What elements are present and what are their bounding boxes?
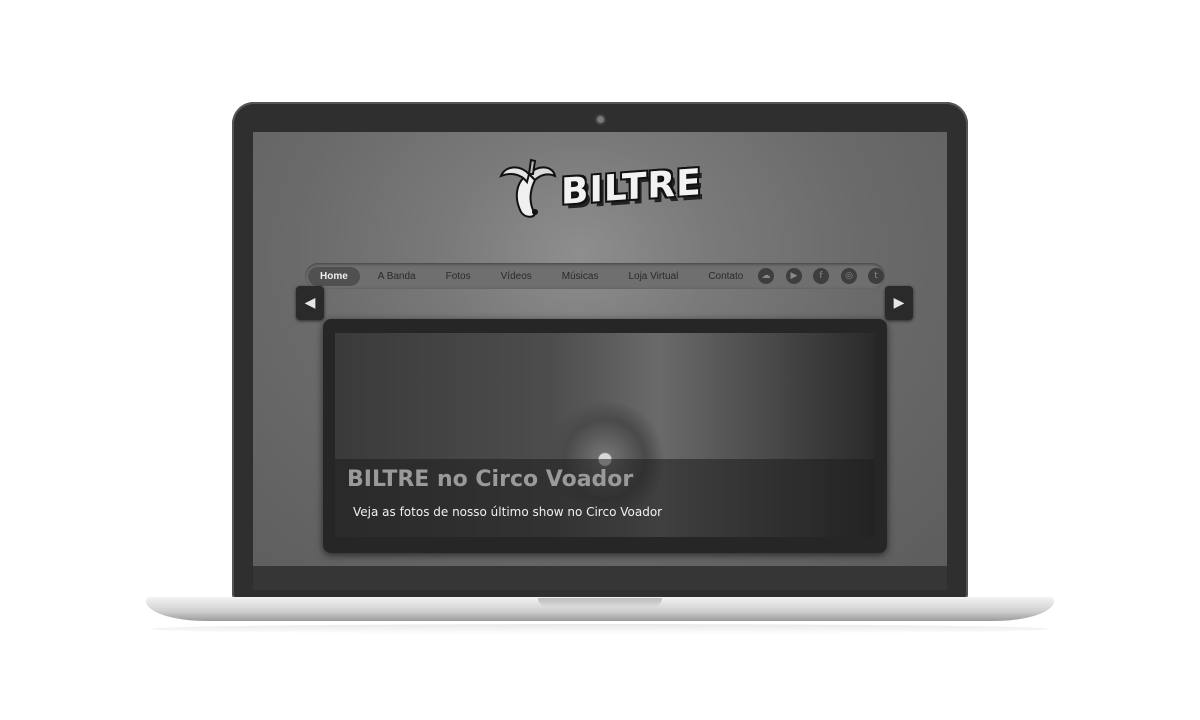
- slide-title[interactable]: BILTRE no Circo Voador: [347, 467, 633, 492]
- laptop-notch: [538, 598, 662, 607]
- slider-next-button[interactable]: ▶: [885, 286, 913, 320]
- facebook-icon[interactable]: f: [813, 268, 829, 284]
- banana-icon: [499, 158, 557, 218]
- nav-item-fotos[interactable]: Fotos: [434, 267, 483, 286]
- nav-item-loja-virtual[interactable]: Loja Virtual: [616, 267, 690, 286]
- laptop-shadow: [150, 624, 1050, 634]
- nav-item-musicas[interactable]: Músicas: [550, 267, 611, 286]
- youtube-icon[interactable]: ▶: [786, 268, 802, 284]
- laptop-screen: BILTRE Home A Banda Fotos Vídeos Músicas…: [253, 132, 947, 566]
- site-logo[interactable]: BILTRE: [499, 154, 702, 220]
- slide-subtitle: Veja as fotos de nosso último show no Ci…: [353, 505, 663, 519]
- nav-item-contato[interactable]: Contato: [696, 267, 755, 286]
- soundcloud-icon[interactable]: ☁: [758, 268, 774, 284]
- nav-item-videos[interactable]: Vídeos: [489, 267, 544, 286]
- slider-prev-button[interactable]: ◀: [296, 286, 324, 320]
- slide-image[interactable]: BILTRE no Circo Voador Veja as fotos de …: [335, 333, 875, 537]
- nav-item-a-banda[interactable]: A Banda: [366, 267, 428, 286]
- nav-item-home[interactable]: Home: [308, 266, 360, 286]
- webcam: [597, 116, 604, 123]
- twitter-icon[interactable]: t: [868, 268, 884, 284]
- logo-text: BILTRE: [561, 161, 702, 213]
- screen-bezel-bottom: [253, 566, 947, 590]
- instagram-icon[interactable]: ◎: [841, 268, 857, 284]
- hero-slider: BILTRE no Circo Voador Veja as fotos de …: [323, 319, 887, 553]
